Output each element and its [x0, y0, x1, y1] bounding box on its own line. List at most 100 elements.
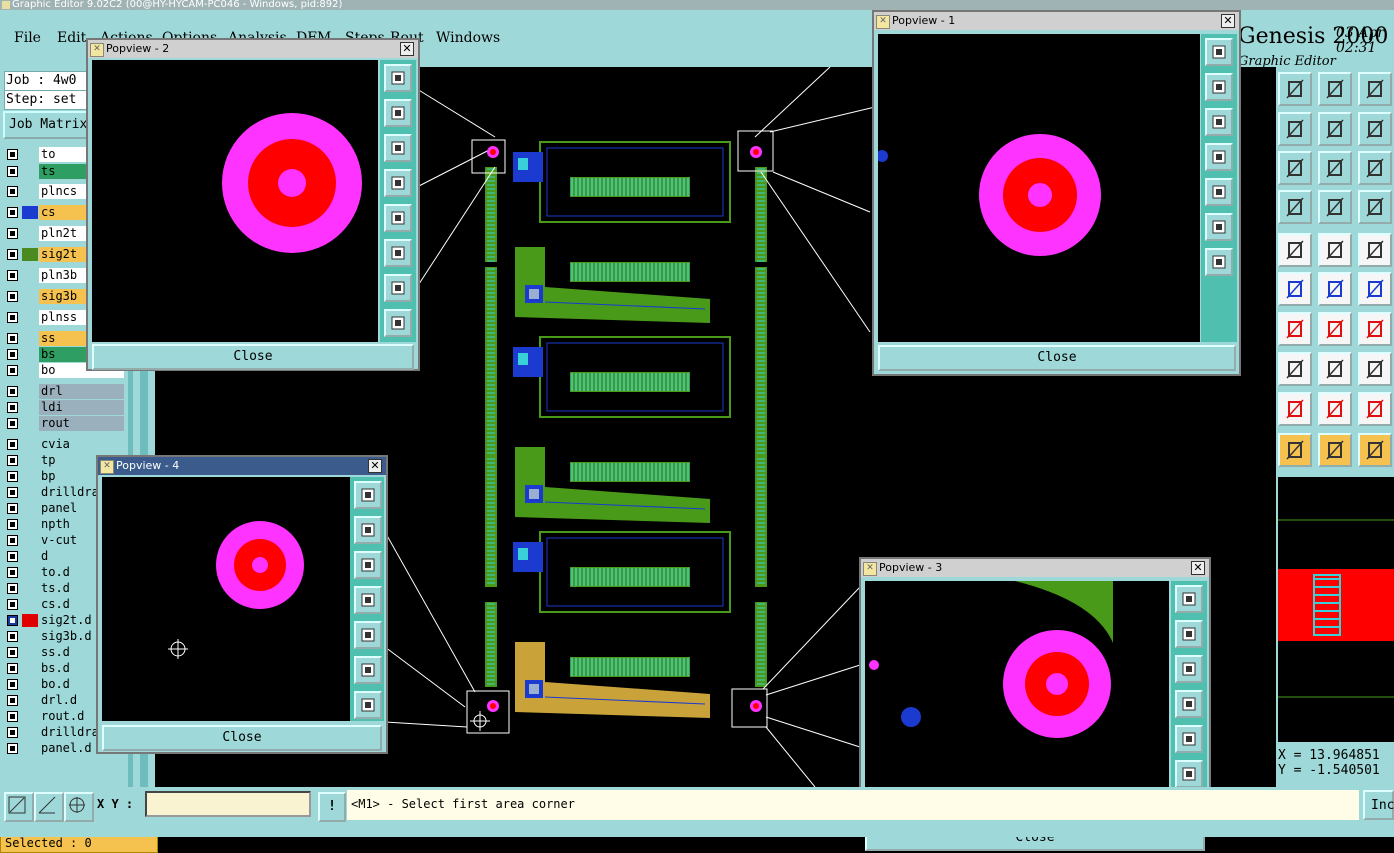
- move-right-icon[interactable]: [384, 204, 412, 232]
- slope-icon[interactable]: [1318, 312, 1352, 346]
- move-up-icon[interactable]: [354, 516, 382, 544]
- warning-button[interactable]: !: [318, 792, 346, 822]
- xy-input[interactable]: [145, 791, 311, 817]
- move-right-icon[interactable]: [354, 621, 382, 649]
- popview-4-title[interactable]: ✕ Popview - 4 ✕: [98, 457, 386, 475]
- zoom-home-icon[interactable]: [1175, 585, 1203, 613]
- layer-name[interactable]: ldi: [39, 400, 124, 415]
- popview-4-view[interactable]: [102, 477, 350, 721]
- layer-checkbox[interactable]: [7, 583, 18, 594]
- layer-checkbox[interactable]: [7, 418, 18, 429]
- move-down-icon[interactable]: [354, 551, 382, 579]
- close-icon[interactable]: ✕: [368, 459, 382, 473]
- layer-checkbox[interactable]: [7, 743, 18, 754]
- move-down-icon[interactable]: [1175, 655, 1203, 683]
- popview-4-close-button[interactable]: Close: [102, 725, 382, 751]
- zoom-home-icon[interactable]: [1205, 38, 1233, 66]
- angle-icon[interactable]: [1278, 312, 1312, 346]
- layer-checkbox[interactable]: [7, 695, 18, 706]
- layer-checkbox[interactable]: [7, 487, 18, 498]
- pan-icon[interactable]: [1318, 151, 1352, 185]
- zoom-in-icon[interactable]: [1175, 760, 1203, 788]
- layer-checkbox[interactable]: [7, 631, 18, 642]
- layer-row[interactable]: drl: [4, 384, 124, 399]
- move-up-icon[interactable]: [1175, 620, 1203, 648]
- popview-1-window[interactable]: ✕ Popview - 1 ✕ Close: [872, 10, 1241, 376]
- move-left-icon[interactable]: [354, 586, 382, 614]
- snap-pad-icon[interactable]: [1278, 233, 1312, 267]
- layer-checkbox[interactable]: [7, 249, 18, 260]
- rotate-icon[interactable]: [1358, 312, 1392, 346]
- home-icon[interactable]: [1358, 72, 1392, 106]
- layer-row[interactable]: rout: [4, 416, 124, 431]
- layer-checkbox[interactable]: [7, 402, 18, 413]
- popview-1-title[interactable]: ✕ Popview - 1 ✕: [874, 12, 1239, 30]
- layer-checkbox[interactable]: [7, 711, 18, 722]
- line-icon[interactable]: [1358, 272, 1392, 306]
- move-right-icon[interactable]: [1205, 178, 1233, 206]
- layer-checkbox[interactable]: [7, 291, 18, 302]
- popview-1-view[interactable]: [878, 34, 1200, 342]
- close-icon[interactable]: ✕: [400, 42, 414, 56]
- popview-1-close-button[interactable]: Close: [878, 345, 1236, 371]
- scale-icon[interactable]: [1358, 151, 1392, 185]
- feature-icon[interactable]: [1278, 352, 1312, 386]
- popview-2-close-button[interactable]: Close: [92, 344, 414, 370]
- layer-name[interactable]: rout: [39, 416, 124, 431]
- layer-checkbox[interactable]: [7, 551, 18, 562]
- menu-windows[interactable]: Windows: [436, 30, 500, 46]
- triangle-red-icon[interactable]: [1358, 392, 1392, 426]
- close-icon[interactable]: ✕: [1221, 14, 1235, 28]
- popview-2-view[interactable]: [92, 60, 378, 342]
- center-icon[interactable]: [1318, 272, 1352, 306]
- layer-checkbox[interactable]: [7, 471, 18, 482]
- zoom-out-icon[interactable]: [384, 309, 412, 337]
- layer-checkbox[interactable]: [7, 186, 18, 197]
- zoom-prev-icon[interactable]: [1278, 112, 1312, 146]
- zoom-fit-icon[interactable]: [354, 691, 382, 719]
- layer-checkbox[interactable]: [7, 228, 18, 239]
- menu-edit[interactable]: Edit: [57, 30, 86, 46]
- move-down-icon[interactable]: [384, 134, 412, 162]
- move-up-icon[interactable]: [384, 99, 412, 127]
- popview-2-window[interactable]: ✕ Popview - 2 ✕ Close: [86, 38, 420, 371]
- move-left-icon[interactable]: [1175, 690, 1203, 718]
- layer-checkbox[interactable]: [7, 270, 18, 281]
- zoom-fit-icon[interactable]: [1205, 248, 1233, 276]
- zoom-area-icon[interactable]: [4, 792, 34, 822]
- layer-row[interactable]: ldi: [4, 400, 124, 415]
- layer-checkbox[interactable]: [7, 647, 18, 658]
- snap-edge-icon[interactable]: [1318, 233, 1352, 267]
- layer-name[interactable]: cvia: [39, 437, 124, 452]
- ruler-icon[interactable]: [1358, 233, 1392, 267]
- layer-checkbox[interactable]: [7, 599, 18, 610]
- close-icon[interactable]: ✕: [1191, 561, 1205, 575]
- layer-checkbox[interactable]: [7, 333, 18, 344]
- layer-checkbox[interactable]: [7, 312, 18, 323]
- snap-icon[interactable]: [1278, 190, 1312, 224]
- layer-checkbox[interactable]: [7, 455, 18, 466]
- measure-icon[interactable]: [34, 792, 64, 822]
- layer-checkbox[interactable]: [7, 615, 18, 626]
- layer-checkbox[interactable]: [7, 679, 18, 690]
- triangle-icon[interactable]: [1278, 392, 1312, 426]
- resize-icon[interactable]: [1358, 352, 1392, 386]
- grid-icon[interactable]: [64, 792, 94, 822]
- save-icon[interactable]: [1318, 72, 1352, 106]
- select-box-icon[interactable]: [1318, 433, 1352, 467]
- layer-checkbox[interactable]: [7, 386, 18, 397]
- layer-checkbox[interactable]: [7, 365, 18, 376]
- layer-name[interactable]: drl: [39, 384, 124, 399]
- layer-checkbox[interactable]: [7, 727, 18, 738]
- layer-checkbox[interactable]: [7, 207, 18, 218]
- open-job-icon[interactable]: [1278, 72, 1312, 106]
- move-left-icon[interactable]: [1205, 143, 1233, 171]
- inc-button[interactable]: Inc: [1363, 790, 1394, 820]
- menu-file[interactable]: File: [14, 30, 41, 46]
- zoom-home-icon[interactable]: [384, 64, 412, 92]
- move-left-icon[interactable]: [384, 169, 412, 197]
- split-icon[interactable]: [1318, 352, 1352, 386]
- popview-4-window[interactable]: ✕ Popview - 4 ✕ Close: [96, 455, 388, 754]
- select-circle-icon[interactable]: [1358, 433, 1392, 467]
- layer-toggle-icon[interactable]: [1358, 190, 1392, 224]
